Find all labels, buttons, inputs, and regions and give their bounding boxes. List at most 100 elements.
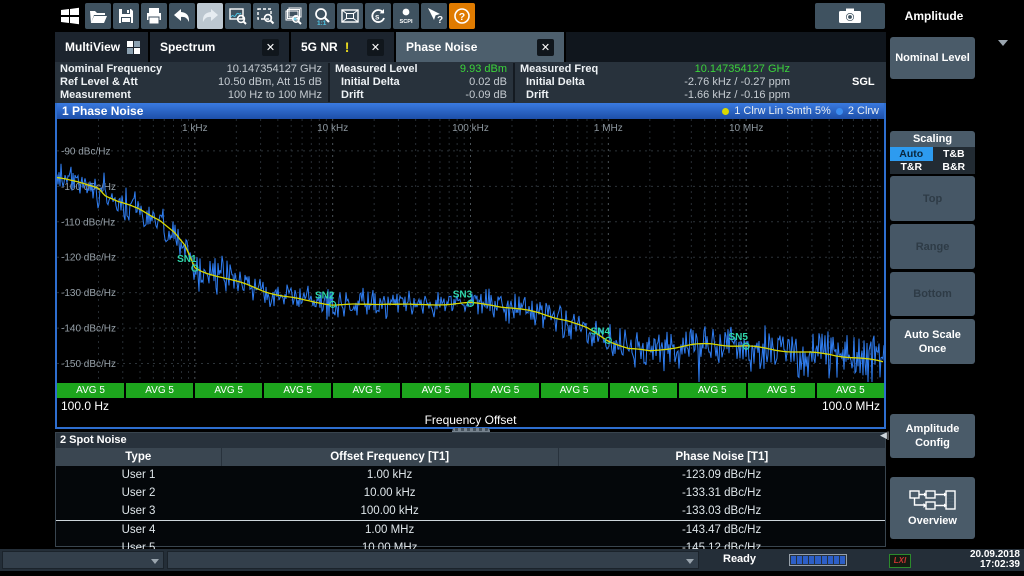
table-cell: -143.47 dBc/Hz (558, 521, 885, 540)
table-cell: 100.00 kHz (221, 502, 558, 521)
info-label: Nominal Frequency (60, 63, 162, 76)
softkey-label: Auto Scale Once (892, 328, 973, 356)
undo-button[interactable] (169, 3, 195, 29)
windows-logo-button[interactable] (57, 3, 83, 29)
svg-text:-130 dBc/Hz: -130 dBc/Hz (61, 288, 116, 299)
table-cell: -133.03 dBc/Hz (558, 502, 885, 521)
status-combo-left[interactable] (2, 551, 164, 569)
svg-text:10 kHz: 10 kHz (317, 123, 348, 134)
trace-dot-icon (836, 108, 843, 115)
spot-noise-window-title: 2 Spot Noise (56, 433, 885, 448)
tab-spectrum[interactable]: Spectrum ✕ (150, 32, 291, 62)
display-frame-icon (340, 6, 360, 26)
tab-multiview[interactable]: MultiView (55, 32, 150, 62)
softkey-label: Nominal Level (895, 51, 970, 65)
softkey-label: Overview (908, 514, 957, 528)
zoom-1to1-icon: 1:1 (312, 6, 332, 26)
zoom-trace-button[interactable] (225, 3, 251, 29)
divider (513, 63, 515, 102)
scaling-option-t-b[interactable]: T&B (933, 147, 976, 161)
softkey-range[interactable]: Range (890, 224, 975, 269)
column-header: Phase Noise [T1] (558, 448, 885, 466)
svg-text:1 MHz: 1 MHz (594, 123, 623, 134)
close-icon[interactable]: ✕ (367, 39, 384, 56)
softkey-nominal-level[interactable]: Nominal Level (890, 37, 975, 79)
info-label: Drift (526, 89, 549, 102)
softkey-bottom[interactable]: Bottom (890, 272, 975, 316)
svg-text:SN3: SN3 (453, 289, 473, 300)
info-row: Drift -1.66 kHz / -0.16 ppm (515, 89, 845, 102)
close-icon[interactable]: ✕ (537, 39, 554, 56)
display-frame-button[interactable] (337, 3, 363, 29)
tab-overflow-dropdown-icon[interactable] (998, 40, 1008, 46)
table-cell: User 3 (56, 502, 221, 521)
open-file-button[interactable] (85, 3, 111, 29)
svg-text:-90 dBc/Hz: -90 dBc/Hz (61, 146, 110, 157)
tab-5g-nr[interactable]: 5G NR!✕ (291, 32, 396, 62)
info-value: 10.50 dBm, Att 15 dB (218, 76, 322, 89)
scaling-option-auto[interactable]: Auto (890, 147, 933, 161)
svg-text:10 MHz: 10 MHz (729, 123, 763, 134)
status-message-combo[interactable] (167, 551, 699, 569)
scaling-option-b-r[interactable]: B&R (933, 161, 976, 175)
print-button[interactable] (141, 3, 167, 29)
avg-segment: AVG 5 (57, 383, 124, 398)
info-value: 9.93 dBm (460, 63, 507, 76)
help-pointer-icon: ? (424, 6, 444, 26)
tab-label: Spectrum (160, 40, 215, 54)
zoom-area-button[interactable] (253, 3, 279, 29)
trace-dot-icon (722, 108, 729, 115)
refresh-sweep-icon: s (368, 6, 388, 26)
softkey-focus-arrow-icon: ◀| (880, 430, 889, 441)
info-label: Measured Freq (520, 63, 598, 76)
table-cell: 1.00 MHz (221, 521, 558, 540)
x-axis-end-label: 100.0 MHz (822, 399, 880, 413)
trace-legend: 1 Clrw Lin Smth 5%2 Clrw (722, 105, 879, 117)
softkey-overview[interactable]: Overview (890, 477, 975, 539)
help-button[interactable]: ? (449, 3, 475, 29)
refresh-sweep-button[interactable]: s (365, 3, 391, 29)
help-pointer-button[interactable]: ? (421, 3, 447, 29)
info-value: 100 Hz to 100 MHz (228, 89, 322, 102)
info-value: -1.66 kHz / -0.16 ppm (684, 89, 790, 102)
help-icon: ? (452, 6, 472, 26)
status-ready-label: Ready (723, 553, 756, 565)
tab-phase-noise[interactable]: Phase Noise✕ (396, 32, 566, 62)
softkey-amplitude-config[interactable]: Amplitude Config (890, 414, 975, 458)
info-label: Measurement (60, 89, 131, 102)
scpi-remote-icon: SCPI (396, 6, 416, 26)
progress-segment (791, 556, 796, 564)
redo-button[interactable] (197, 3, 223, 29)
softkey-auto-scale-once[interactable]: Auto Scale Once (890, 319, 975, 364)
info-value: 10.147354127 GHz (227, 63, 322, 76)
progress-segment (797, 556, 802, 564)
info-column-3: Measured Freq10.147354127 GHzInitial Del… (515, 62, 845, 103)
tab-label: 5G NR (301, 40, 338, 54)
scpi-remote-button[interactable]: SCPI (393, 3, 419, 29)
column-header: Type (56, 448, 221, 466)
softkey-menu-title: Amplitude (886, 0, 982, 32)
scaling-options: AutoT&BT&RB&R (890, 147, 975, 174)
avg-segment: AVG 5 (679, 383, 746, 398)
redo-icon (200, 6, 220, 26)
close-icon[interactable]: ✕ (262, 39, 279, 56)
softkey-top[interactable]: Top (890, 176, 975, 221)
svg-text:-120 dBc/Hz: -120 dBc/Hz (61, 253, 116, 264)
svg-text:-110 dBc/Hz: -110 dBc/Hz (61, 217, 115, 228)
screenshot-button[interactable] (815, 3, 885, 29)
avg-segment: AVG 5 (264, 383, 331, 398)
table-cell: -123.09 dBc/Hz (558, 466, 885, 484)
avg-segment: AVG 5 (748, 383, 815, 398)
zoom-1to1-button[interactable]: 1:1 (309, 3, 335, 29)
save-button[interactable] (113, 3, 139, 29)
measurement-info-bar: Nominal Frequency10.147354127 GHzRef Lev… (55, 62, 886, 103)
zoom-multi-window-button[interactable] (281, 3, 307, 29)
scaling-option-t-r[interactable]: T&R (890, 161, 933, 175)
svg-text:SN4: SN4 (591, 326, 611, 337)
toolbar: 1:1 s SCPI?? (0, 0, 886, 32)
channel-tab-bar: MultiViewSpectrum✕5G NR!✕Phase Noise✕ (55, 32, 886, 62)
multiview-grid-icon (127, 41, 140, 54)
info-row: Measured Freq10.147354127 GHz (515, 63, 845, 76)
softkey-label: Bottom (913, 287, 952, 301)
phase-noise-window-title: 1 Phase Noise (62, 104, 143, 118)
